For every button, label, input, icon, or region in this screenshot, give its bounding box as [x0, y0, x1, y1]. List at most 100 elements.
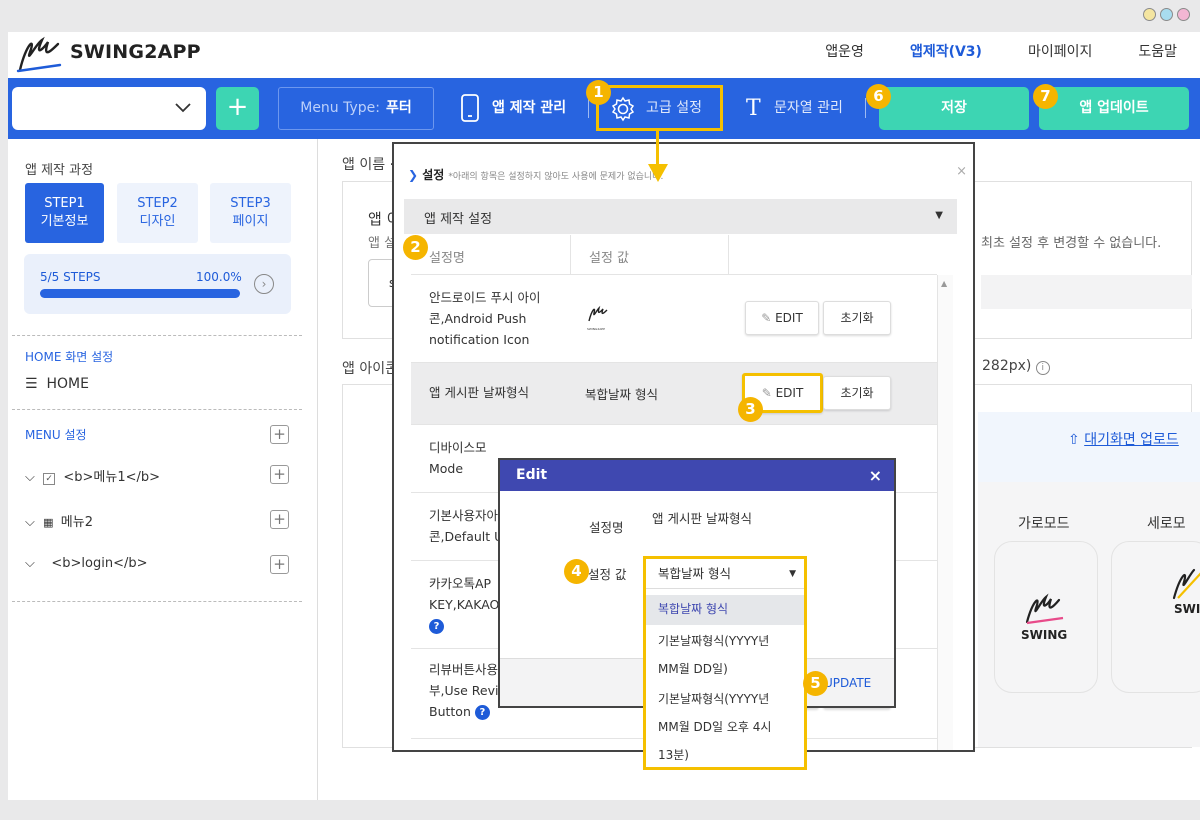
- close-icon[interactable]: ×: [869, 460, 882, 491]
- marker-6: 6: [866, 84, 891, 109]
- add-menu-button[interactable]: +: [270, 425, 289, 444]
- setting-name-line: 콘,Android Push: [429, 311, 527, 326]
- column-setting-value: 설정 값: [589, 251, 630, 266]
- chevron-down-icon[interactable]: ⌵: [25, 470, 35, 485]
- sidebar-title: 앱 제작 과정: [25, 163, 94, 178]
- gear-icon: [611, 96, 635, 122]
- dropdown-selected-text: 복합날짜 형식: [658, 566, 731, 581]
- marker-2: 2: [403, 235, 428, 260]
- app-brand-name[interactable]: SWING2APP: [70, 41, 201, 63]
- save-button[interactable]: 저장: [879, 87, 1029, 130]
- chevron-down-icon[interactable]: ⌵: [25, 556, 35, 571]
- info-icon[interactable]: i: [1035, 361, 1050, 375]
- step1-button[interactable]: STEP1 기본정보: [25, 183, 104, 243]
- logo-caption: SWING2APP: [587, 327, 605, 331]
- caret-down-icon: ▼: [935, 210, 943, 221]
- string-manage-tab[interactable]: 문자열 관리: [774, 87, 843, 130]
- dropdown-option[interactable]: 기본날짜형식(YYYY년 MM월 DD일 오후 4시 13분): [646, 685, 804, 769]
- dropdown-option[interactable]: 기본날짜형식(YYYY년 MM월 DD일): [646, 627, 804, 683]
- modal-scrollbar[interactable]: ▲: [937, 275, 953, 750]
- home-item[interactable]: ☰ HOME: [25, 376, 89, 392]
- sidebar: 앱 제작 과정 STEP1 기본정보 STEP2 디자인 STEP3 페이지 5/5 …: [8, 139, 318, 800]
- swing2app-logo-icon[interactable]: [14, 34, 66, 74]
- pencil-icon: ✎: [761, 386, 772, 400]
- scroll-up-icon[interactable]: ▲: [941, 279, 947, 288]
- field-name-label: 설정명: [589, 520, 624, 535]
- edit-label: EDIT: [775, 386, 804, 400]
- menu-item-2[interactable]: ⌵ ▦ 메뉴2: [25, 511, 93, 530]
- edit-button[interactable]: ✎ EDIT: [745, 301, 819, 335]
- topnav-my-page[interactable]: 마이페이지: [1005, 32, 1115, 78]
- app-select-dropdown[interactable]: [12, 87, 206, 130]
- settings-modal-subtitle: *아래의 항목은 설정하지 않아도 사용에 문제가 없습니다.: [448, 172, 664, 182]
- add-app-button[interactable]: +: [216, 87, 259, 130]
- menu-item-1-label: <b>메뉴1</b>: [63, 470, 161, 485]
- portrait-icon-preview[interactable]: SWIN: [1111, 541, 1200, 693]
- step1-sublabel: 기본정보: [40, 214, 89, 229]
- chevron-right-icon[interactable]: ›: [254, 274, 274, 294]
- setting-name-line: KEY,KAKAO: [429, 597, 500, 612]
- app-update-button[interactable]: 앱 업데이트: [1039, 87, 1189, 130]
- dropdown-selected[interactable]: 복합날짜 형식 ▼: [646, 559, 804, 589]
- app-manage-tab[interactable]: 앱 제작 관리: [492, 87, 566, 130]
- field-value-label: 설정 값: [588, 567, 627, 582]
- help-icon[interactable]: ?: [474, 705, 490, 720]
- add-submenu-button[interactable]: +: [270, 465, 289, 484]
- topnav-app-build[interactable]: 앱제작(V3): [887, 32, 1005, 78]
- divider: [12, 335, 302, 336]
- dropdown-option[interactable]: 복합날짜 형식: [646, 595, 804, 625]
- window-dot-blue[interactable]: [1160, 8, 1173, 21]
- phone-icon: [461, 94, 479, 122]
- add-submenu-button[interactable]: +: [270, 555, 289, 574]
- table-row: 앱 게시판 날짜형식 복합날짜 형식 ✎ EDIT 초기화: [411, 363, 937, 425]
- edit-label: EDIT: [775, 311, 803, 325]
- option-text: MM월 DD일): [658, 662, 728, 676]
- menu-type-selector[interactable]: Menu Type: 푸터: [278, 87, 434, 130]
- update-button[interactable]: UPDATE: [824, 676, 871, 690]
- setting-name-line: 기본사용자아: [429, 508, 499, 523]
- upload-icon: ⇧: [1068, 432, 1080, 448]
- top-bar: SWING2APP 앱운영 앱제작(V3) 마이페이지 도움말: [8, 32, 1200, 78]
- window-dot-yellow[interactable]: [1143, 8, 1156, 21]
- step3-button[interactable]: STEP3 페이지: [210, 183, 291, 243]
- swing-logo-icon: [1025, 593, 1064, 625]
- menu-type-value: 푸터: [386, 100, 412, 116]
- option-text: 기본날짜형식(YYYY년: [658, 692, 770, 706]
- checkbox-icon[interactable]: ✓: [43, 473, 56, 485]
- chevron-down-icon[interactable]: ⌵: [25, 515, 35, 530]
- topnav-app-operation[interactable]: 앱운영: [802, 32, 887, 78]
- step1-label: STEP1: [44, 196, 85, 211]
- section-title: 앱 제작 설정: [424, 212, 493, 227]
- settings-modal-header: ❯ 설정 *아래의 항목은 설정하지 않아도 사용에 문제가 없습니다.: [408, 166, 663, 183]
- hamburger-icon: ☰: [25, 376, 38, 392]
- advanced-settings-tab[interactable]: 고급 설정: [646, 87, 702, 130]
- close-icon[interactable]: ×: [956, 164, 967, 179]
- landscape-icon-preview[interactable]: SWING: [994, 541, 1098, 693]
- reset-button[interactable]: 초기화: [823, 376, 891, 410]
- icon-size-text: 282px): [982, 358, 1032, 374]
- splash-upload-link[interactable]: ⇧ 대기화면 업로드: [1068, 429, 1179, 449]
- marker-5: 5: [803, 671, 828, 696]
- divider: [12, 409, 302, 410]
- menu-item-1[interactable]: ⌵ ✓ <b>메뉴1</b>: [25, 466, 160, 485]
- topnav-help[interactable]: 도움말: [1115, 32, 1200, 78]
- push-icon-preview: SWING2APP: [587, 305, 617, 331]
- setting-name-line: 콘,Default U: [429, 529, 504, 544]
- step2-button[interactable]: STEP2 디자인: [117, 183, 198, 243]
- marker-3: 3: [738, 397, 763, 422]
- step3-label: STEP3: [230, 196, 271, 211]
- app-build-settings-section[interactable]: 앱 제작 설정 ▼: [404, 199, 957, 234]
- progress-percent: 100.0%: [196, 270, 242, 284]
- progress-bar: [40, 289, 240, 298]
- date-format-dropdown[interactable]: 복합날짜 형식 ▼ 복합날짜 형식 기본날짜형식(YYYY년 MM월 DD일) 기…: [643, 556, 807, 770]
- marker-4: 4: [564, 559, 589, 584]
- grid-icon: ▦: [43, 516, 53, 529]
- add-submenu-button[interactable]: +: [270, 510, 289, 529]
- marker-1: 1: [586, 80, 611, 105]
- icon-size-hint: 282px) i: [982, 358, 1050, 375]
- menu-item-3[interactable]: ⌵ <b>login</b>: [25, 556, 148, 571]
- reset-button[interactable]: 초기화: [823, 301, 891, 335]
- window-dot-pink[interactable]: [1177, 8, 1190, 21]
- help-icon[interactable]: ?: [429, 619, 444, 634]
- setting-name-line: Mode: [429, 461, 464, 476]
